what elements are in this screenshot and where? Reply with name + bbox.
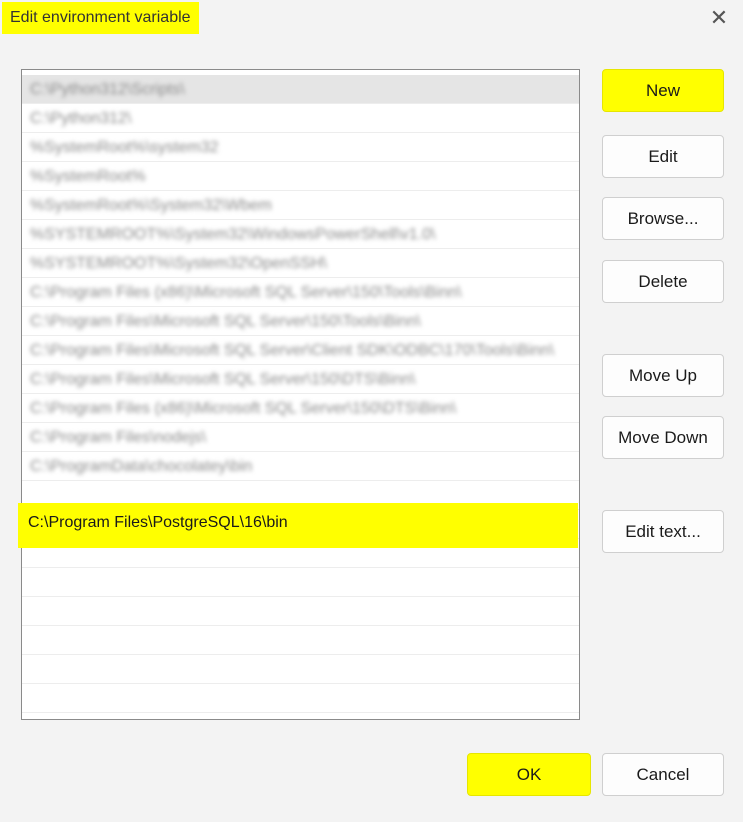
list-item-label: C:\Program Files\Microsoft SQL Server\15…	[30, 313, 421, 330]
list-item-label: C:\Python312\Scripts\	[30, 81, 185, 98]
list-item-label: C:\Program Files\Microsoft SQL Server\15…	[30, 371, 416, 388]
move-up-button[interactable]: Move Up	[602, 354, 724, 397]
list-item-label: %SYSTEMROOT%\System32\OpenSSH\	[30, 255, 327, 272]
list-item-label: C:\Python312\	[30, 110, 132, 127]
list-item-label: C:\ProgramData\chocolatey\bin	[30, 458, 253, 475]
list-item-label: C:\Program Files\PostgreSQL\16\bin	[28, 514, 288, 531]
list-item[interactable]: %SystemRoot%\system32	[22, 133, 579, 162]
cancel-button[interactable]: Cancel	[602, 753, 724, 796]
list-item[interactable]	[22, 568, 579, 597]
list-item-label: C:\Program Files\nodejs\	[30, 429, 207, 446]
list-item[interactable]: C:\Program Files\Microsoft SQL Server\15…	[22, 307, 579, 336]
browse-button[interactable]: Browse...	[602, 197, 724, 240]
edit-button[interactable]: Edit	[602, 135, 724, 178]
list-item[interactable]	[22, 684, 579, 713]
list-item[interactable]: C:\Program Files\Microsoft SQL Server\Cl…	[22, 336, 579, 365]
ok-button[interactable]: OK	[467, 753, 591, 796]
list-item-label: C:\Program Files (x86)\Microsoft SQL Ser…	[30, 284, 462, 301]
list-item[interactable]: C:\Python312\Scripts\	[22, 75, 579, 104]
list-item[interactable]: %SystemRoot%	[22, 162, 579, 191]
list-item-new-entry[interactable]: C:\Program Files\PostgreSQL\16\bin	[18, 503, 578, 548]
list-item-label: %SystemRoot%\system32	[30, 139, 219, 156]
close-icon[interactable]: ✕	[707, 6, 731, 30]
list-item[interactable]: C:\Program Files (x86)\Microsoft SQL Ser…	[22, 278, 579, 307]
list-item-label: %SystemRoot%\System32\Wbem	[30, 197, 272, 214]
new-button[interactable]: New	[602, 69, 724, 112]
move-down-button[interactable]: Move Down	[602, 416, 724, 459]
delete-button[interactable]: Delete	[602, 260, 724, 303]
list-item[interactable]: %SYSTEMROOT%\System32\OpenSSH\	[22, 249, 579, 278]
edit-text-button[interactable]: Edit text...	[602, 510, 724, 553]
list-item[interactable]	[22, 655, 579, 684]
list-item[interactable]: C:\ProgramData\chocolatey\bin	[22, 452, 579, 481]
path-entries-list[interactable]: C:\Python312\Scripts\ C:\Python312\ %Syste…	[21, 69, 580, 720]
list-item-label: %SystemRoot%	[30, 168, 146, 185]
list-item[interactable]: %SYSTEMROOT%\System32\WindowsPowerShell\…	[22, 220, 579, 249]
list-item[interactable]	[22, 626, 579, 655]
list-item-label: C:\Program Files\Microsoft SQL Server\Cl…	[30, 342, 555, 359]
list-item[interactable]: C:\Program Files\nodejs\	[22, 423, 579, 452]
window-title: Edit environment variable	[2, 2, 199, 34]
list-item[interactable]: C:\Python312\	[22, 104, 579, 133]
list-item[interactable]: C:\Program Files (x86)\Microsoft SQL Ser…	[22, 394, 579, 423]
list-item-label: %SYSTEMROOT%\System32\WindowsPowerShell\…	[30, 226, 436, 243]
list-item[interactable]	[22, 597, 579, 626]
list-item[interactable]: %SystemRoot%\System32\Wbem	[22, 191, 579, 220]
list-item-label: C:\Program Files (x86)\Microsoft SQL Ser…	[30, 400, 457, 417]
list-item[interactable]: C:\Program Files\Microsoft SQL Server\15…	[22, 365, 579, 394]
edit-environment-variable-dialog: Edit environment variable ✕ C:\Python312…	[0, 0, 743, 822]
